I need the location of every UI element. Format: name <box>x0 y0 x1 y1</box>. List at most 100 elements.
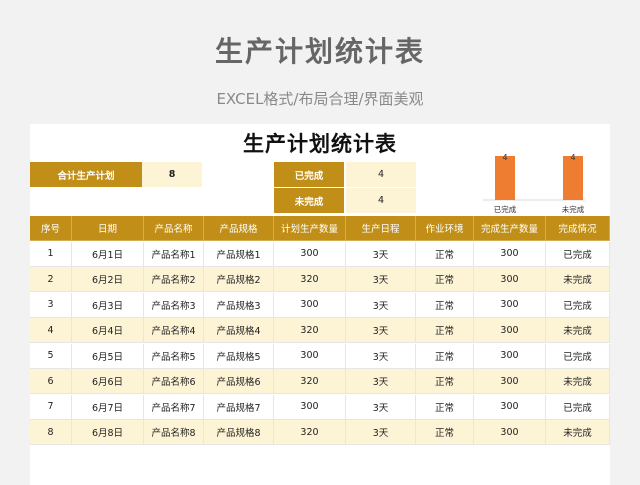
table-row: 2 6月2日 产品名称2 产品规格2 320 3天 正常 300 未完成 <box>30 267 610 292</box>
table-cell[interactable]: 3天 <box>346 369 416 394</box>
column-header[interactable]: 产品规格 <box>204 216 274 241</box>
table-cell[interactable]: 未完成 <box>546 267 610 292</box>
table-cell[interactable]: 6月1日 <box>72 241 144 267</box>
table-cell[interactable]: 正常 <box>416 241 474 267</box>
table-cell[interactable]: 产品规格3 <box>204 292 274 318</box>
table-cell[interactable]: 300 <box>474 420 546 445</box>
table-cell[interactable]: 正常 <box>416 267 474 292</box>
plan-total-value[interactable]: 8 <box>142 162 202 187</box>
column-header[interactable]: 计划生产数量 <box>274 216 346 241</box>
table-cell[interactable]: 产品名称1 <box>144 241 204 267</box>
table-cell[interactable]: 300 <box>474 343 546 369</box>
table-cell[interactable]: 产品规格2 <box>204 267 274 292</box>
table-cell[interactable]: 300 <box>274 241 346 267</box>
table-cell[interactable]: 300 <box>474 318 546 343</box>
table-cell[interactable]: 300 <box>274 394 346 420</box>
table-cell[interactable]: 8 <box>30 420 72 445</box>
table-cell[interactable]: 3天 <box>346 420 416 445</box>
table-cell[interactable]: 300 <box>474 369 546 394</box>
table-cell[interactable]: 1 <box>30 241 72 267</box>
table-cell[interactable]: 320 <box>274 267 346 292</box>
table-row: 8 6月8日 产品名称8 产品规格8 320 3天 正常 300 未完成 <box>30 420 610 445</box>
table-cell[interactable]: 产品名称6 <box>144 369 204 394</box>
table-cell[interactable]: 产品名称2 <box>144 267 204 292</box>
column-header[interactable]: 产品名称 <box>144 216 204 241</box>
table-cell[interactable]: 3天 <box>346 394 416 420</box>
table-cell[interactable]: 320 <box>274 369 346 394</box>
table-cell[interactable]: 6月2日 <box>72 267 144 292</box>
data-label-0: 4 <box>502 153 507 162</box>
column-header[interactable]: 生产日程 <box>346 216 416 241</box>
column-header[interactable]: 日期 <box>72 216 144 241</box>
table-cell[interactable]: 产品规格8 <box>204 420 274 445</box>
table-cell[interactable]: 已完成 <box>546 394 610 420</box>
column-header[interactable]: 序号 <box>30 216 72 241</box>
table-cell[interactable]: 正常 <box>416 394 474 420</box>
table-cell[interactable]: 产品名称3 <box>144 292 204 318</box>
table-cell[interactable]: 产品名称5 <box>144 343 204 369</box>
data-label-1: 4 <box>570 153 575 162</box>
table-cell[interactable]: 产品规格5 <box>204 343 274 369</box>
table-cell[interactable]: 正常 <box>416 318 474 343</box>
table-cell[interactable]: 产品规格1 <box>204 241 274 267</box>
table-cell[interactable]: 6月3日 <box>72 292 144 318</box>
table-cell[interactable]: 300 <box>474 394 546 420</box>
table-cell[interactable]: 产品名称4 <box>144 318 204 343</box>
table-cell[interactable]: 正常 <box>416 343 474 369</box>
table-cell[interactable]: 300 <box>474 292 546 318</box>
table-cell[interactable]: 6月6日 <box>72 369 144 394</box>
column-header[interactable]: 作业环境 <box>416 216 474 241</box>
table-cell[interactable]: 320 <box>274 420 346 445</box>
table-cell[interactable]: 产品规格7 <box>204 394 274 420</box>
done-value[interactable]: 4 <box>346 162 416 187</box>
table-cell[interactable]: 3天 <box>346 292 416 318</box>
table-cell[interactable]: 产品名称7 <box>144 394 204 420</box>
table-row: 4 6月4日 产品名称4 产品规格4 320 3天 正常 300 未完成 <box>30 318 610 343</box>
table-row: 1 6月1日 产品名称1 产品规格1 300 3天 正常 300 已完成 <box>30 241 610 267</box>
table-row: 6 6月6日 产品名称6 产品规格6 320 3天 正常 300 未完成 <box>30 369 610 394</box>
done-label[interactable]: 已完成 <box>274 162 344 187</box>
table-cell[interactable]: 3天 <box>346 343 416 369</box>
table-cell[interactable]: 6月7日 <box>72 394 144 420</box>
spreadsheet: 生产计划统计表 合计生产计划 8 已完成 4 未完成 4 4 已完成 4 未完成 序号… <box>30 124 610 485</box>
table-cell[interactable]: 未完成 <box>546 318 610 343</box>
table-cell[interactable]: 7 <box>30 394 72 420</box>
page-title: 生产计划统计表 <box>214 35 425 68</box>
column-header[interactable]: 完成生产数量 <box>474 216 546 241</box>
undone-label[interactable]: 未完成 <box>274 188 344 213</box>
table-cell[interactable]: 未完成 <box>546 420 610 445</box>
table-cell[interactable]: 300 <box>474 241 546 267</box>
table-cell[interactable]: 产品名称8 <box>144 420 204 445</box>
bar-1 <box>563 156 583 200</box>
table-cell[interactable]: 5 <box>30 343 72 369</box>
table-cell[interactable]: 300 <box>274 343 346 369</box>
table-cell[interactable]: 产品规格6 <box>204 369 274 394</box>
table-row: 7 6月7日 产品名称7 产品规格7 300 3天 正常 300 已完成 <box>30 394 610 420</box>
plan-total-label[interactable]: 合计生产计划 <box>30 162 142 187</box>
table-cell[interactable]: 正常 <box>416 420 474 445</box>
table-cell[interactable]: 产品规格4 <box>204 318 274 343</box>
undone-value[interactable]: 4 <box>346 188 416 213</box>
table-cell[interactable]: 3 <box>30 292 72 318</box>
table-cell[interactable]: 3天 <box>346 318 416 343</box>
table-cell[interactable]: 3天 <box>346 267 416 292</box>
table-cell[interactable]: 6 <box>30 369 72 394</box>
completion-bar-chart: 4 已完成 4 未完成 <box>483 153 585 214</box>
table-cell[interactable]: 6月8日 <box>72 420 144 445</box>
table-cell[interactable]: 2 <box>30 267 72 292</box>
table-cell[interactable]: 已完成 <box>546 343 610 369</box>
bar-0 <box>495 156 515 200</box>
table-cell[interactable]: 正常 <box>416 369 474 394</box>
table-cell[interactable]: 正常 <box>416 292 474 318</box>
table-cell[interactable]: 6月4日 <box>72 318 144 343</box>
table-cell[interactable]: 300 <box>274 292 346 318</box>
column-header[interactable]: 完成情况 <box>546 216 610 241</box>
table-cell[interactable]: 3天 <box>346 241 416 267</box>
table-cell[interactable]: 320 <box>274 318 346 343</box>
table-cell[interactable]: 已完成 <box>546 241 610 267</box>
table-cell[interactable]: 6月5日 <box>72 343 144 369</box>
table-cell[interactable]: 300 <box>474 267 546 292</box>
table-cell[interactable]: 未完成 <box>546 369 610 394</box>
table-cell[interactable]: 已完成 <box>546 292 610 318</box>
table-cell[interactable]: 4 <box>30 318 72 343</box>
